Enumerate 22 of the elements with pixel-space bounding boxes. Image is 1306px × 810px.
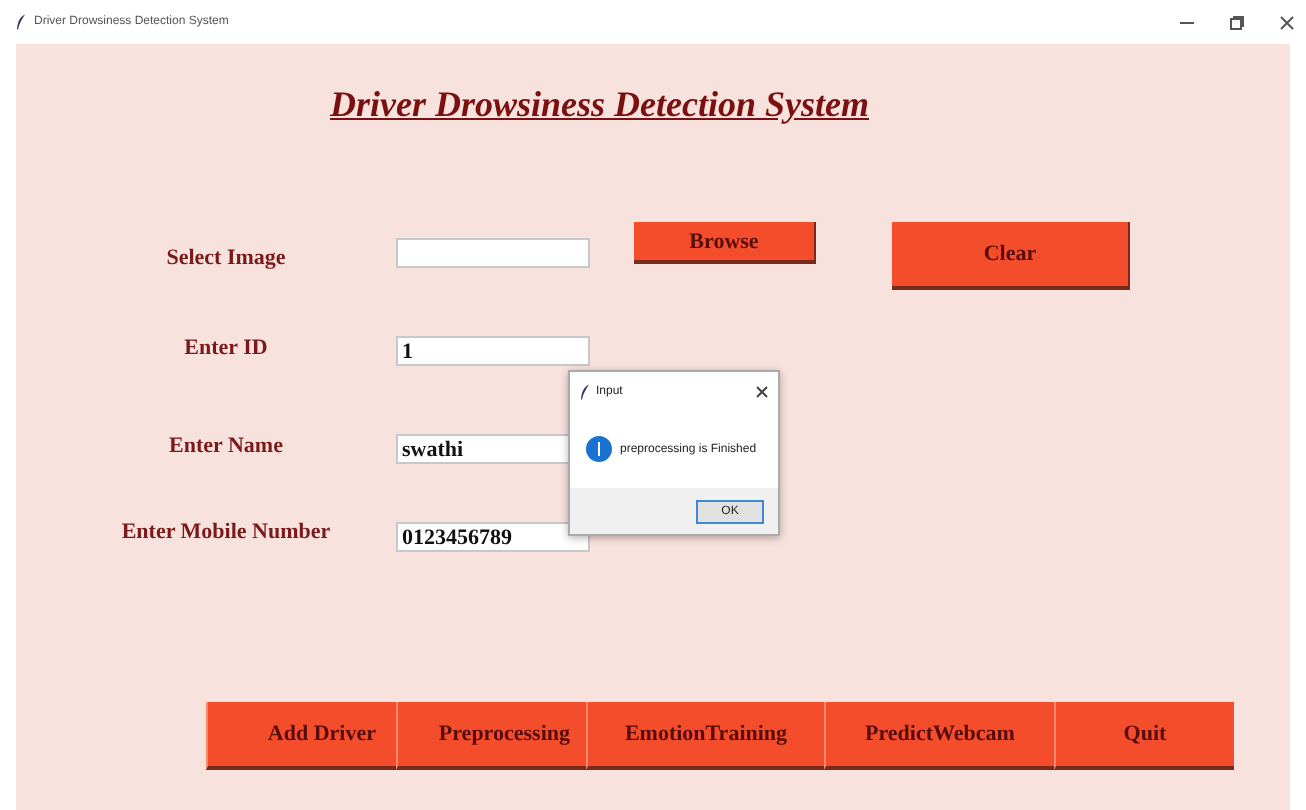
app-heading: Driver Drowsiness Detection System [327, 82, 869, 128]
toolbar-button[interactable]: EmotionTraining [586, 702, 824, 770]
toolbar-button[interactable]: PredictWebcam [824, 702, 1054, 770]
close-icon[interactable] [756, 385, 768, 397]
minimize-icon[interactable] [1180, 21, 1194, 23]
field-label: Enter ID [182, 336, 270, 360]
input-field[interactable]: 1 [396, 336, 590, 366]
close-icon[interactable] [1280, 15, 1294, 29]
toolbar-button[interactable]: Add Driver [206, 702, 396, 770]
field-label: Select Image [164, 246, 288, 270]
restore-icon[interactable] [1230, 15, 1244, 29]
feather-icon [580, 383, 590, 399]
toolbar-button[interactable]: Preprocessing [396, 702, 586, 770]
field-label: Enter Mobile Number [119, 520, 333, 544]
feather-icon [16, 14, 26, 30]
browse-button[interactable]: Browse [634, 222, 816, 264]
info-icon [586, 436, 612, 462]
clear-button[interactable]: Clear [892, 222, 1130, 290]
input-field[interactable]: 0123456789 [396, 522, 590, 552]
field-label: Enter Name [167, 434, 285, 458]
toolbar-button[interactable]: Quit [1054, 702, 1234, 770]
input-field[interactable] [396, 238, 590, 268]
